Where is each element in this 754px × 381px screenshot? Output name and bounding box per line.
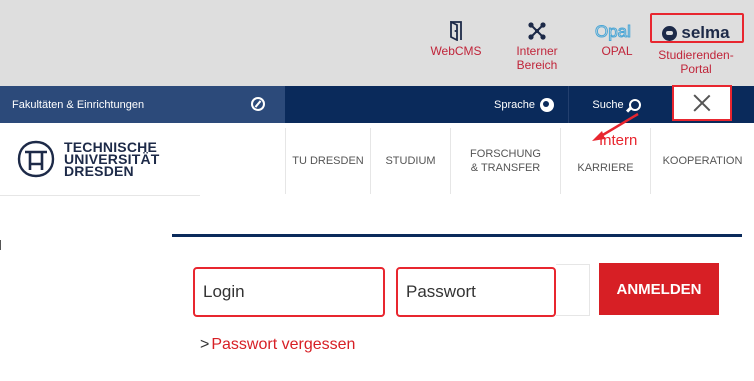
intern-label: Interner Bereich bbox=[516, 44, 558, 72]
annotation-arrow-icon bbox=[592, 112, 639, 141]
logo-divider bbox=[0, 195, 200, 196]
logo-text: TECHNISCHE UNIVERSITÄT DRESDEN bbox=[64, 140, 160, 178]
login-divider bbox=[172, 234, 742, 237]
network-icon bbox=[527, 20, 547, 42]
opal-logo: Opal bbox=[595, 20, 639, 42]
faculties-label: Fakultäten & Einrichtungen bbox=[12, 98, 145, 111]
globe-icon bbox=[539, 97, 554, 112]
page: WebCMS Interner Bereich Opal OPAL selma … bbox=[0, 0, 754, 381]
opal-label: OPAL bbox=[601, 44, 633, 58]
webcms-label: WebCMS bbox=[430, 44, 482, 58]
menu-tu-dresden[interactable]: TU DRESDEN bbox=[285, 128, 370, 194]
search-icon bbox=[628, 98, 641, 111]
chevron-right-icon: > bbox=[200, 336, 210, 353]
login-submit-button[interactable]: ANMELDEN bbox=[599, 263, 719, 315]
password-input[interactable] bbox=[396, 267, 556, 317]
faculties-menu[interactable]: Fakultäten & Einrichtungen bbox=[0, 86, 285, 123]
opal-logo-text: Opal bbox=[595, 22, 631, 41]
close-button[interactable] bbox=[672, 85, 732, 121]
menu-karriere-label: KARRIERE bbox=[577, 162, 634, 174]
edge-mark bbox=[0, 240, 3, 250]
close-icon bbox=[693, 94, 711, 112]
forgot-password-link[interactable]: > Passwort vergessen bbox=[200, 336, 355, 354]
opal-link[interactable]: Opal OPAL bbox=[582, 20, 652, 59]
tu-logo-mark bbox=[17, 140, 55, 178]
menu-forschung-transfer[interactable]: FORSCHUNG & TRANSFER bbox=[450, 128, 560, 194]
top-bar: WebCMS Interner Bereich Opal OPAL selma … bbox=[0, 0, 754, 86]
intern-link[interactable]: Interner Bereich bbox=[502, 20, 572, 72]
login-input[interactable] bbox=[193, 267, 385, 317]
tu-dresden-logo[interactable]: TECHNISCHE UNIVERSITÄT DRESDEN bbox=[16, 140, 160, 178]
selma-logo-text: selma bbox=[681, 23, 730, 42]
nav-bar: Fakultäten & Einrichtungen Sprache Suche bbox=[0, 86, 754, 123]
password-field-extension bbox=[556, 264, 590, 316]
menu-forschung-label: FORSCHUNG & TRANSFER bbox=[470, 148, 541, 174]
search-label: Suche bbox=[592, 98, 624, 111]
menu-studium[interactable]: STUDIUM bbox=[370, 128, 450, 194]
menu-kooperation[interactable]: KOOPERATION bbox=[650, 128, 754, 194]
language-switch[interactable]: Sprache bbox=[494, 86, 554, 123]
compass-icon bbox=[251, 97, 265, 111]
webcms-link[interactable]: WebCMS bbox=[421, 20, 491, 58]
door-exit-icon bbox=[448, 20, 464, 42]
selma-label: Studierenden-Portal bbox=[658, 48, 734, 76]
forgot-password-label: Passwort vergessen bbox=[211, 336, 356, 353]
selma-icon bbox=[662, 25, 678, 41]
selma-logo: selma bbox=[662, 22, 730, 44]
selma-link[interactable]: selma Studierenden-Portal bbox=[648, 22, 744, 76]
language-label: Sprache bbox=[494, 98, 535, 111]
